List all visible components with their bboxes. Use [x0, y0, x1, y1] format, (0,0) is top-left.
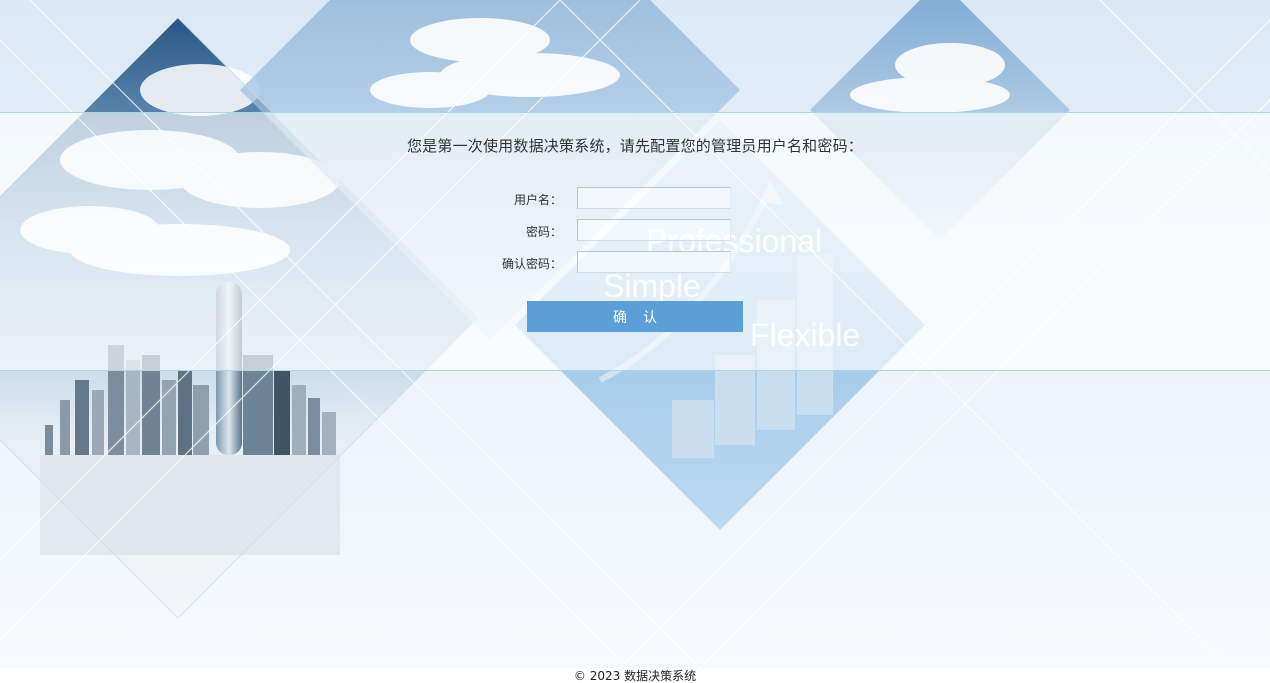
password-row: 密码：	[0, 219, 1270, 243]
setup-prompt: 您是第一次使用数据决策系统，请先配置您的管理员用户名和密码：	[406, 137, 863, 155]
password-input[interactable]	[577, 219, 731, 241]
password-label: 密码：	[525, 225, 562, 239]
username-row: 用户名：	[0, 187, 1270, 211]
confirm-password-label: 确认密码：	[501, 257, 562, 271]
confirm-password-input[interactable]	[577, 251, 731, 273]
confirm-button[interactable]: 确认	[527, 301, 743, 332]
confirm-password-row: 确认密码：	[0, 251, 1270, 275]
footer: © 2023 数据决策系统	[0, 668, 1270, 683]
username-input[interactable]	[577, 187, 731, 209]
username-label: 用户名：	[513, 193, 562, 207]
setup-page: Professional Simple Flexible 您是第一次使用数据决策…	[0, 0, 1270, 683]
copyright-text: © 2023 数据决策系统	[573, 669, 697, 683]
